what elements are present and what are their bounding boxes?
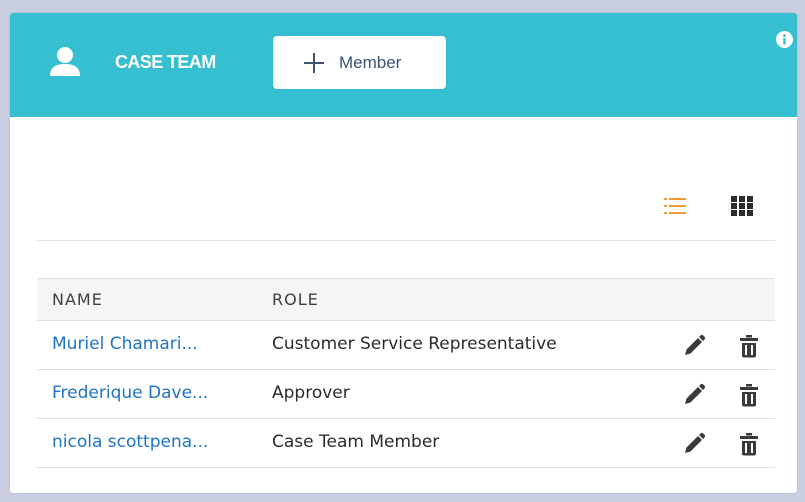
info-icon[interactable] (776, 31, 793, 48)
member-role: Approver (272, 383, 350, 403)
column-header-role: ROLE (272, 290, 319, 309)
column-header-name: NAME (52, 290, 103, 309)
add-member-button[interactable]: Member (273, 36, 446, 89)
toolbar-divider (37, 240, 775, 241)
member-name-link[interactable]: Frederique Dave... (52, 383, 252, 403)
member-role: Customer Service Representative (272, 334, 557, 354)
case-team-card: CASE TEAM Member NAME ROLE Muriel Chamar… (10, 13, 797, 493)
card-title: CASE TEAM (115, 52, 216, 72)
grid-view-icon[interactable] (730, 195, 754, 217)
delete-icon[interactable] (738, 334, 760, 358)
table-row: nicola scottpena... Case Team Member (37, 419, 775, 468)
edit-icon[interactable] (682, 334, 706, 358)
case-team-table: NAME ROLE Muriel Chamari... Customer Ser… (37, 278, 775, 468)
table-row: Muriel Chamari... Customer Service Repre… (37, 321, 775, 370)
edit-icon[interactable] (682, 383, 706, 407)
card-header: CASE TEAM Member (10, 13, 797, 117)
table-row: Frederique Dave... Approver (37, 370, 775, 419)
add-member-label: Member (339, 53, 402, 72)
member-name-link[interactable]: Muriel Chamari... (52, 334, 252, 354)
member-role: Case Team Member (272, 432, 440, 452)
table-header: NAME ROLE (37, 278, 775, 321)
edit-icon[interactable] (682, 432, 706, 456)
plus-icon (304, 53, 324, 73)
list-view-icon[interactable] (663, 196, 687, 216)
member-name-link[interactable]: nicola scottpena... (52, 432, 252, 452)
user-icon (50, 47, 80, 76)
delete-icon[interactable] (738, 432, 760, 456)
delete-icon[interactable] (738, 383, 760, 407)
